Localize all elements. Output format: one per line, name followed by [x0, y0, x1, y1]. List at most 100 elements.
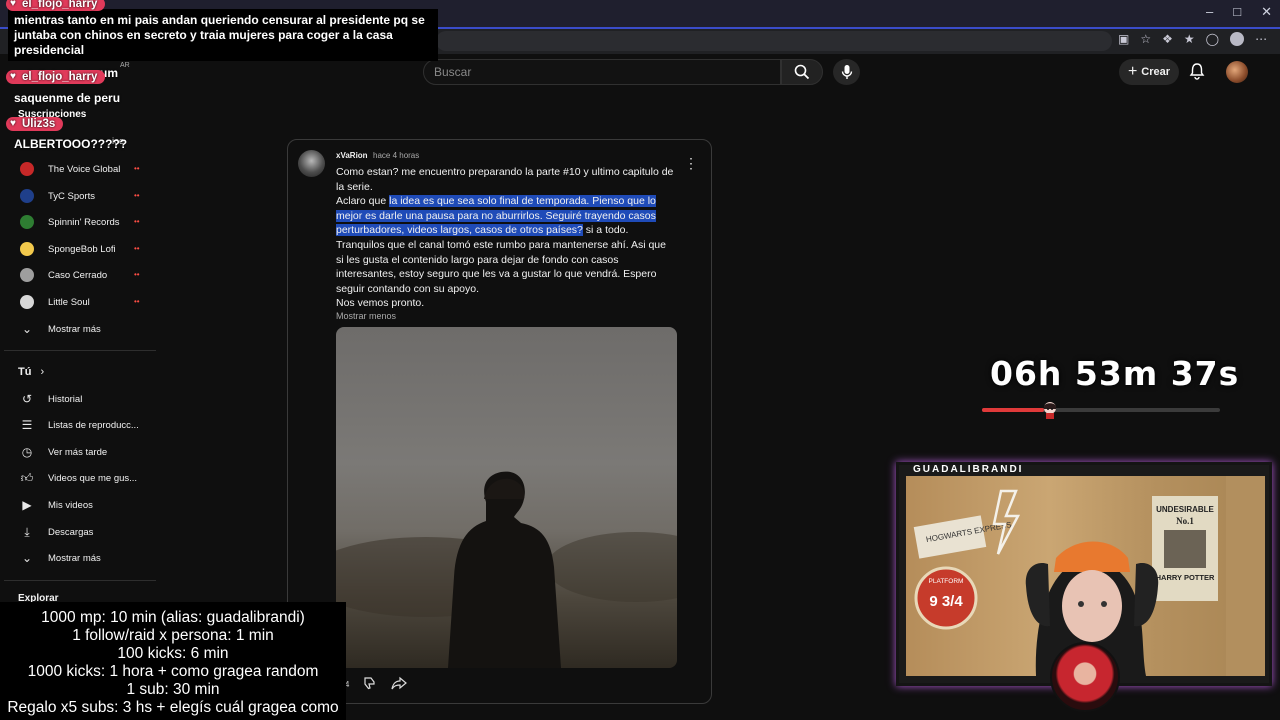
live-indicator-icon: •• — [134, 244, 140, 253]
chat-message: saquenme de peru — [14, 91, 121, 105]
channel-avatar — [20, 215, 34, 229]
shield-icon[interactable]: ◯ — [1206, 32, 1219, 46]
window-controls: – □ ✕ — [1206, 4, 1272, 20]
post-text-plain: si a todo. — [582, 224, 629, 237]
search-icon — [794, 64, 810, 80]
channel-avatar — [20, 268, 34, 282]
search-button[interactable] — [781, 59, 823, 85]
show-more-button[interactable]: ⌄ Mostrar más — [18, 551, 158, 565]
post-paragraph: Como estan? me encuentro preparando la p… — [336, 166, 674, 193]
chevron-right-icon: › — [40, 366, 45, 378]
close-window-button[interactable]: ✕ — [1261, 4, 1272, 20]
divider — [4, 350, 156, 351]
channel-avatar — [20, 189, 34, 203]
live-indicator-icon: •• — [134, 297, 140, 306]
share-icon — [391, 676, 408, 690]
channel-avatar — [20, 295, 34, 309]
sidebar-item-history[interactable]: ↺ Historial — [18, 392, 158, 406]
rule-line: 1000 kicks: 1 hora + como gragea random — [27, 663, 319, 680]
bookmark-star-icon[interactable]: ☆ — [1140, 32, 1151, 46]
download-icon: ⤓ — [24, 525, 30, 539]
sidebar-channel[interactable]: The Voice Global •• — [18, 162, 158, 176]
post-timestamp[interactable]: hace 4 horas — [373, 151, 419, 160]
favorites-icon[interactable]: ★ — [1184, 32, 1195, 46]
create-label: Crear — [1141, 66, 1171, 78]
maximize-button[interactable]: □ — [1233, 4, 1241, 20]
timer-progress-fill — [982, 408, 1044, 412]
poster-harry-text: HARRY POTTER — [1156, 573, 1215, 582]
chevron-down-icon: ⌄ — [21, 322, 33, 336]
chat-username: el_flojo_harry — [6, 0, 106, 11]
rule-line: Regalo x5 subs: 3 hs + elegís cuál grage… — [7, 699, 339, 716]
sidebar-channel[interactable]: Caso Cerrado •• — [18, 268, 158, 282]
channel-avatar — [20, 162, 34, 176]
chevron-down-icon: ⌄ — [21, 551, 33, 565]
extensions-icon[interactable]: ❖ — [1162, 32, 1173, 46]
post-body: Como estan? me encuentro preparando la p… — [336, 165, 676, 311]
apps-icon[interactable]: ▣ — [1118, 32, 1129, 46]
post-author-avatar[interactable] — [298, 150, 325, 177]
chat-username-badge: Uliz3s — [6, 117, 64, 131]
more-options-icon[interactable]: ⋮ — [684, 155, 698, 172]
dislike-button[interactable] — [363, 676, 377, 692]
voice-search-button[interactable] — [833, 59, 860, 85]
rule-line: 1 sub: 30 min — [126, 681, 220, 698]
show-more-label: Mostrar más — [48, 323, 101, 335]
chat-username-badge: el_flojo_harry — [6, 0, 106, 11]
sidebar-channel[interactable]: TyC Sports •• — [18, 189, 158, 203]
streamer-avatar — [1050, 642, 1120, 712]
playlist-icon: ☰ — [21, 418, 33, 432]
show-more-button[interactable]: ⌄ Mostrar más — [18, 322, 158, 336]
rule-line: 100 kicks: 6 min — [117, 645, 229, 662]
share-button[interactable] — [391, 676, 408, 692]
chat-username-badge: el_flojo_harry — [6, 70, 106, 84]
browser-extension-icons: ▣ ☆ ❖ ★ ◯ ⋯ — [1118, 32, 1267, 46]
sidebar-item-watch-later[interactable]: ◷ Ver más tarde — [18, 445, 158, 459]
search-input[interactable]: Buscar — [423, 59, 781, 85]
sidebar-item-liked[interactable]: 👍︎ Videos que me gus... — [18, 471, 158, 486]
chat-message: ALBERTOOO????? — [14, 137, 128, 151]
post-paragraph: Nos vemos pronto. — [336, 297, 425, 310]
show-less-button[interactable]: Mostrar menos — [336, 311, 396, 321]
poster-platform-text: PLATFORM — [929, 578, 964, 585]
sidebar-item-label: Historial — [48, 393, 83, 405]
live-indicator-icon: •• — [134, 191, 140, 200]
sidebar-item-playlists[interactable]: ☰ Listas de reproducc... — [18, 418, 158, 432]
channel-name: Spinnin' Records — [48, 216, 120, 228]
post-author[interactable]: xVaRion — [336, 151, 368, 160]
live-indicator-icon: •• — [134, 217, 140, 226]
microphone-icon — [841, 65, 852, 79]
man-in-fog-illustration — [336, 471, 677, 668]
poster-no1-text: No.1 — [1176, 516, 1194, 526]
browser-profile-icon[interactable] — [1230, 32, 1245, 46]
notifications-button[interactable] — [1189, 62, 1205, 85]
sidebar-channel[interactable]: SpongeBob Lofi •• — [18, 242, 158, 256]
channel-name: TyC Sports — [48, 190, 95, 202]
post-image[interactable] — [336, 327, 677, 668]
streamer-name: GUADALIBRANDI — [913, 464, 1024, 475]
you-heading-label: Tú — [18, 366, 32, 378]
chat-username: el_flojo_harry — [6, 69, 106, 84]
rule-line: 1 follow/raid x persona: 1 min — [72, 627, 274, 644]
poster-undesirable-text: UNDESIRABLE — [1156, 505, 1214, 514]
sidebar-item-my-videos[interactable]: ▶ Mis videos — [18, 498, 158, 512]
post-text-plain: Aclaro que — [336, 195, 390, 208]
mascot-icon — [1040, 400, 1060, 420]
rule-line: 1000 mp: 10 min (alias: guadalibrandi) — [41, 609, 305, 626]
sidebar-item-label: Listas de reproducc... — [48, 419, 139, 431]
my-videos-icon: ▶ — [22, 498, 32, 512]
browser-menu-icon[interactable]: ⋯ — [1255, 32, 1267, 46]
sidebar-channel[interactable]: Spinnin' Records •• — [18, 215, 158, 229]
minimize-button[interactable]: – — [1206, 4, 1213, 20]
show-more-label: Mostrar más — [48, 552, 101, 564]
address-bar[interactable] — [436, 31, 1112, 51]
like-icon: 👍︎ — [20, 471, 34, 485]
create-button[interactable]: + Crear — [1119, 59, 1179, 85]
sidebar-item-label: Ver más tarde — [48, 446, 108, 458]
account-avatar[interactable] — [1226, 61, 1248, 83]
sidebar-channel[interactable]: Little Soul •• — [18, 295, 158, 309]
you-heading[interactable]: Tú › — [18, 366, 44, 378]
live-indicator-icon: •• — [134, 270, 140, 279]
channel-name: Caso Cerrado — [48, 269, 108, 281]
sidebar-item-downloads[interactable]: ⤓ Descargas — [18, 525, 158, 540]
